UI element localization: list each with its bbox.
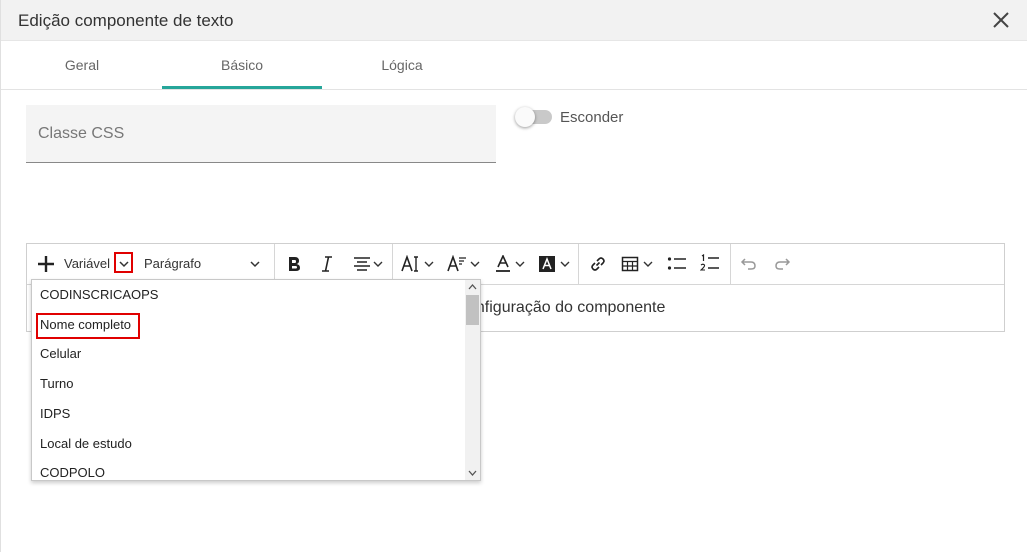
variable-dropdown: CODINSCRICAOPS Nome completo Celular Tur…	[31, 279, 481, 481]
css-class-field	[26, 105, 496, 163]
redo-icon	[775, 258, 791, 270]
variable-button[interactable]: Variável	[31, 244, 113, 284]
chevron-down-icon	[424, 261, 434, 267]
hide-toggle[interactable]	[515, 107, 552, 127]
paragraph-label: Parágrafo	[144, 256, 202, 271]
italic-button[interactable]	[314, 244, 340, 284]
align-center-icon	[354, 257, 370, 271]
font-color-button[interactable]	[492, 244, 528, 284]
italic-icon	[322, 256, 332, 272]
paragraph-select[interactable]: Parágrafo	[135, 244, 271, 284]
undo-icon	[740, 258, 756, 270]
chevron-down-icon	[515, 261, 525, 267]
variable-option[interactable]: Local de estudo	[40, 434, 132, 454]
chevron-down-icon	[250, 261, 260, 268]
font-color-icon	[496, 255, 510, 272]
bullet-list-icon	[667, 257, 686, 270]
close-icon[interactable]	[989, 8, 1013, 32]
numbered-list-button[interactable]	[698, 244, 724, 284]
editor-content[interactable]: onfiguração do componente	[467, 299, 665, 317]
chevron-down-icon	[470, 261, 480, 267]
table-icon	[621, 256, 639, 272]
undo-button[interactable]	[737, 244, 763, 284]
dialog-header: Edição componente de texto	[1, 0, 1027, 41]
scroll-up-icon[interactable]	[468, 284, 477, 290]
background-color-button[interactable]	[536, 244, 574, 284]
variable-option[interactable]: Turno	[40, 374, 73, 394]
align-button[interactable]	[349, 244, 387, 284]
variable-option[interactable]: CODINSCRICAOPS	[40, 285, 158, 305]
variable-option[interactable]: CODPOLO	[40, 463, 105, 480]
toolbar-divider	[730, 244, 731, 284]
dropdown-scrollbar[interactable]	[465, 280, 480, 480]
toolbar-divider	[578, 244, 579, 284]
font-size-button[interactable]	[399, 244, 437, 284]
highlight-box	[114, 252, 133, 273]
plus-icon	[38, 256, 54, 272]
tab-geral[interactable]: Geral	[2, 41, 162, 89]
toggle-knob	[515, 107, 535, 127]
chevron-down-icon	[643, 261, 653, 267]
chevron-down-icon	[373, 261, 383, 267]
font-size-icon	[401, 255, 418, 272]
bullet-list-button[interactable]	[665, 244, 691, 284]
font-family-button[interactable]	[445, 244, 483, 284]
tab-bar: Geral Básico Lógica	[1, 41, 1027, 90]
link-icon	[591, 257, 605, 271]
toolbar-divider	[274, 244, 275, 284]
highlight-box	[36, 313, 140, 339]
chevron-down-icon	[560, 261, 570, 267]
bold-icon	[289, 257, 300, 271]
table-button[interactable]	[619, 244, 657, 284]
hide-label: Esconder	[560, 109, 624, 126]
css-class-input[interactable]	[26, 105, 496, 162]
variable-option[interactable]: IDPS	[40, 404, 70, 424]
font-family-icon	[447, 255, 466, 272]
link-button[interactable]	[585, 244, 611, 284]
tab-basico[interactable]: Básico	[162, 41, 322, 89]
toolbar-divider	[392, 244, 393, 284]
scrollbar-thumb[interactable]	[466, 295, 479, 325]
variable-option[interactable]: Celular	[40, 344, 81, 364]
dialog-title: Edição componente de texto	[18, 11, 234, 30]
background-color-icon	[539, 256, 555, 272]
variable-label: Variável	[64, 256, 111, 271]
numbered-list-icon	[700, 254, 719, 271]
scroll-down-icon[interactable]	[468, 470, 477, 476]
redo-button[interactable]	[770, 244, 796, 284]
bold-button[interactable]	[281, 244, 307, 284]
tab-logica[interactable]: Lógica	[322, 41, 482, 89]
